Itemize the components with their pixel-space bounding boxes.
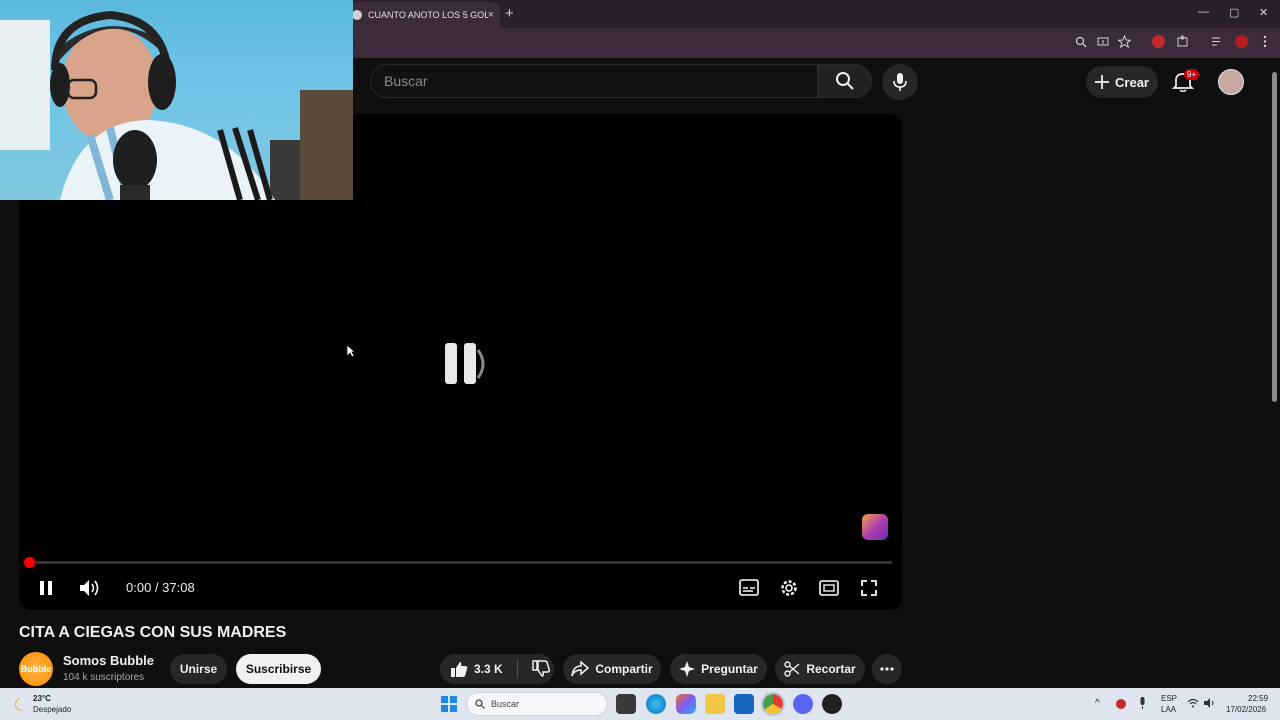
- tray-chevron-icon[interactable]: ^: [1095, 698, 1100, 709]
- language-top[interactable]: ESP: [1161, 694, 1177, 703]
- maximize-button[interactable]: ▢: [1229, 6, 1239, 19]
- time-separator: /: [151, 580, 163, 595]
- video-progress-bar[interactable]: [24, 557, 892, 568]
- buffering-pause-icon[interactable]: [444, 342, 488, 386]
- subscribe-label: Suscribirse: [245, 662, 312, 676]
- minimize-button[interactable]: —: [1198, 6, 1209, 18]
- windows-start-icon[interactable]: [441, 696, 457, 712]
- sparkle-icon: [679, 661, 696, 677]
- ask-button[interactable]: Preguntar: [670, 654, 767, 684]
- share-arrow-icon: [571, 661, 590, 677]
- weather-temp: 23°C: [33, 694, 51, 703]
- settings-gear-icon[interactable]: [779, 578, 799, 598]
- channel-name[interactable]: Somos Bubble: [63, 653, 154, 668]
- webcam-person-image: [0, 10, 353, 200]
- install-app-icon[interactable]: [1097, 36, 1109, 48]
- taskbar-search-icon: [475, 699, 485, 709]
- tray-microphone-icon[interactable]: [1138, 697, 1147, 710]
- speaker-icon[interactable]: [1203, 698, 1215, 708]
- browser-tab[interactable]: CUANTO ANOTO LOS 5 GOLES ×: [346, 2, 500, 28]
- new-tab-button[interactable]: +: [505, 5, 514, 22]
- tray-app-icon[interactable]: [1116, 699, 1126, 709]
- copilot-icon[interactable]: [676, 694, 696, 714]
- share-label: Compartir: [595, 662, 653, 676]
- mouse-cursor-icon: [346, 344, 356, 358]
- weather-moon-icon: [14, 697, 24, 711]
- extensions-puzzle-icon[interactable]: [1176, 35, 1189, 48]
- create-label: Crear: [1115, 74, 1149, 90]
- video-title: CITA A CIEGAS CON SUS MADRES: [19, 624, 287, 641]
- more-horizontal-icon: [880, 667, 894, 671]
- dislike-thumb-icon[interactable]: [531, 660, 550, 678]
- channel-avatar[interactable]: Bubble: [19, 652, 53, 686]
- fullscreen-icon[interactable]: [861, 580, 877, 596]
- channel-avatar-text: Bubble: [20, 664, 52, 674]
- tab-favicon-icon: [352, 10, 362, 20]
- search-placeholder: Buscar: [384, 73, 428, 89]
- task-view-icon[interactable]: [616, 694, 636, 714]
- like-count[interactable]: 3.3 K: [474, 662, 503, 676]
- more-actions-button[interactable]: [872, 654, 902, 684]
- pause-button-icon[interactable]: [38, 580, 54, 596]
- voice-search-button[interactable]: [882, 64, 918, 100]
- bookmark-star-icon[interactable]: [1118, 35, 1131, 48]
- edge-browser-icon[interactable]: [646, 694, 666, 714]
- clip-label: Recortar: [806, 662, 856, 676]
- microsoft-store-icon[interactable]: [734, 694, 754, 714]
- microphone-icon: [893, 73, 907, 91]
- weather-desc: Despejado: [33, 705, 72, 714]
- extension-red-icon[interactable]: [1152, 35, 1165, 48]
- like-dislike-group: 3.3 K: [440, 654, 554, 684]
- zoom-icon[interactable]: [1075, 36, 1087, 48]
- scissors-icon: [784, 661, 800, 677]
- file-explorer-icon[interactable]: [705, 694, 725, 714]
- plus-icon: [1095, 75, 1110, 89]
- scrollbar-thumb[interactable]: [1272, 72, 1277, 402]
- theater-mode-icon[interactable]: [819, 580, 839, 596]
- media-control-icon[interactable]: [1211, 36, 1224, 47]
- search-button[interactable]: [818, 64, 872, 98]
- windows-taskbar: 23°C Despejado Buscar ^ ESP LAA 22:59 17…: [0, 688, 1280, 720]
- video-time-display: 0:00 / 37:08: [126, 580, 195, 595]
- clock-time[interactable]: 22:59: [1248, 694, 1268, 703]
- profile-avatar-icon[interactable]: [1235, 35, 1248, 48]
- progress-scrubber[interactable]: [24, 557, 35, 568]
- join-label: Unirse: [179, 662, 218, 676]
- taskbar-search[interactable]: Buscar: [466, 692, 608, 716]
- webcam-overlay: [0, 0, 353, 200]
- like-thumb-icon[interactable]: [450, 660, 468, 678]
- clock-date[interactable]: 17/02/2026: [1226, 705, 1266, 714]
- language-bottom[interactable]: LAA: [1161, 705, 1176, 714]
- search-input[interactable]: Buscar: [370, 64, 818, 98]
- ask-label: Preguntar: [701, 662, 758, 676]
- channel-watermark-logo[interactable]: [862, 514, 888, 540]
- channel-subscribers: 104 k suscriptores: [63, 672, 145, 683]
- subscribe-button[interactable]: Suscribirse: [236, 654, 321, 684]
- like-divider: [516, 660, 518, 678]
- volume-icon[interactable]: [79, 579, 101, 597]
- create-button[interactable]: Crear: [1086, 66, 1158, 98]
- duration: 37:08: [162, 580, 195, 595]
- taskbar-search-label: Buscar: [491, 699, 520, 709]
- close-window-button[interactable]: ✕: [1259, 6, 1268, 19]
- current-time: 0:00: [126, 580, 152, 595]
- tab-close-icon[interactable]: ×: [488, 9, 494, 21]
- clip-button[interactable]: Recortar: [775, 654, 865, 684]
- share-button[interactable]: Compartir: [563, 654, 661, 684]
- subtitles-icon[interactable]: [739, 579, 759, 596]
- chrome-browser-icon[interactable]: [761, 692, 785, 716]
- page-scrollbar[interactable]: [1270, 62, 1278, 688]
- discord-icon[interactable]: [793, 694, 813, 714]
- search-icon: [836, 72, 854, 90]
- join-button[interactable]: Unirse: [170, 654, 227, 684]
- browser-menu-icon[interactable]: [1262, 35, 1268, 48]
- tab-title: CUANTO ANOTO LOS 5 GOLES: [368, 10, 488, 20]
- obs-studio-icon[interactable]: [822, 694, 842, 714]
- account-avatar[interactable]: [1218, 69, 1244, 95]
- wifi-icon[interactable]: [1187, 698, 1199, 708]
- notifications-badge: 9+: [1184, 69, 1200, 80]
